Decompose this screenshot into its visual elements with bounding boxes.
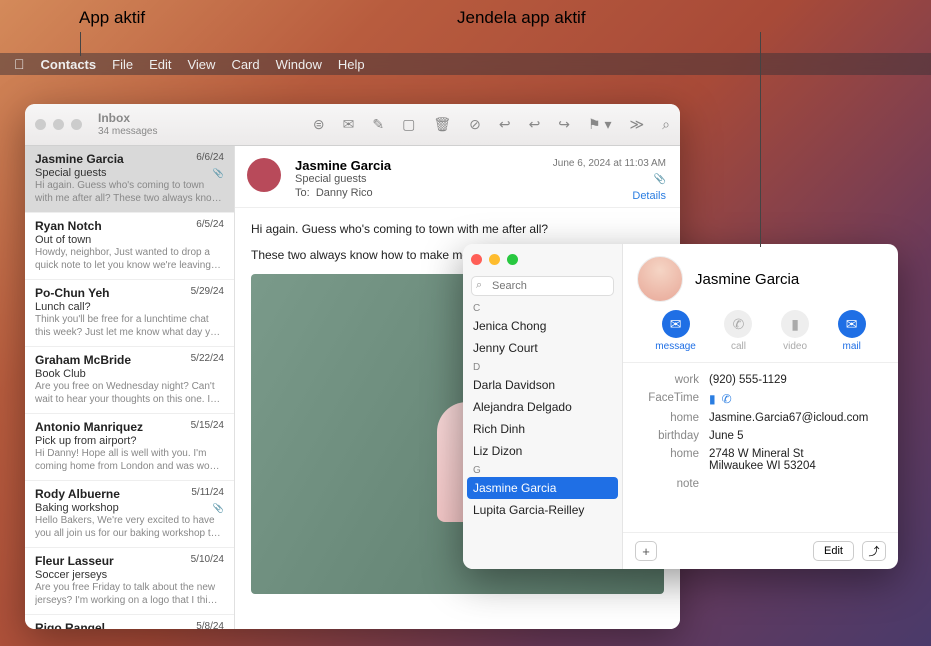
new-mail-icon[interactable]: ✉ (343, 116, 355, 133)
reply-icon[interactable]: ↩ (499, 116, 511, 133)
search-icon: ⌕ (476, 279, 482, 292)
video-icon: ▮ (781, 310, 809, 338)
callout-active-window: Jendela app aktif (457, 8, 586, 28)
contacts-list-item[interactable]: Alejandra Delgado (463, 396, 622, 418)
menu-help[interactable]: Help (338, 57, 365, 72)
field-label-work: work (637, 374, 699, 386)
contacts-traffic-lights[interactable] (471, 254, 518, 265)
message-item[interactable]: Rody Albuerne5/11/24 Baking workshop📎 He… (25, 481, 234, 548)
menu-window[interactable]: Window (276, 57, 322, 72)
contacts-window: ⌕ CJenica ChongJenny CourtDDarla Davidso… (463, 244, 898, 569)
contact-action-video: ▮video (781, 310, 809, 352)
reply-all-icon[interactable]: ↩ (529, 116, 541, 133)
call-icon: ✆ (724, 310, 752, 338)
field-label-home-email: home (637, 412, 699, 424)
field-label-note: note (637, 478, 699, 490)
contact-action-message[interactable]: ✉message (655, 310, 696, 352)
field-home-address[interactable]: 2748 W Mineral StMilwaukee WI 53204 (709, 448, 884, 472)
message-date: June 6, 2024 at 11:03 AM (553, 158, 666, 169)
share-button[interactable]: ⤴ (862, 541, 886, 561)
compose-icon[interactable]: ✎ (372, 116, 384, 133)
message-body-line: Hi again. Guess who's coming to town wit… (251, 220, 664, 238)
contacts-list-item[interactable]: Jenica Chong (463, 315, 622, 337)
message-icon: ✉ (662, 310, 690, 338)
message-subject: Special guests (295, 173, 664, 185)
field-home-email[interactable]: Jasmine.Garcia67@icloud.com (709, 412, 884, 424)
contacts-list[interactable]: CJenica ChongJenny CourtDDarla DavidsonA… (463, 300, 622, 521)
trash-icon[interactable]: 🗑 (433, 116, 451, 133)
forward-icon[interactable]: ↪ (558, 116, 570, 133)
contact-name: Jasmine Garcia (695, 271, 799, 288)
contacts-list-item[interactable]: Darla Davidson (463, 374, 622, 396)
contacts-group-header: C (463, 300, 622, 315)
field-label-home-addr: home (637, 448, 699, 472)
message-item[interactable]: Po-Chun Yeh5/29/24 Lunch call? Think you… (25, 280, 234, 347)
menubar:  Contacts File Edit View Card Window He… (0, 53, 931, 75)
sender-avatar (247, 158, 281, 192)
mail-toolbar: Inbox 34 messages ⊜ ✉ ✎ ▢ 🗑 ⊘ ↩ ↩ ↪ ⚑ ▾ … (25, 104, 680, 146)
facetime-video-icon[interactable]: ▮ (709, 392, 716, 406)
field-label-facetime: FaceTime (637, 392, 699, 406)
contacts-search[interactable]: ⌕ (471, 276, 614, 296)
contact-action-call: ✆call (724, 310, 752, 352)
menu-edit[interactable]: Edit (149, 57, 171, 72)
contacts-list-item[interactable]: Lupita Garcia-Reilley (463, 499, 622, 521)
menubar-app-name[interactable]: Contacts (41, 57, 97, 72)
attachment-icon: 📎 (654, 174, 666, 185)
contacts-list-item[interactable]: Jasmine Garcia (467, 477, 618, 499)
apple-menu-icon[interactable]:  (14, 56, 25, 72)
flag-icon[interactable]: ⚑ ▾ (588, 116, 611, 133)
contacts-list-item[interactable]: Rich Dinh (463, 418, 622, 440)
edit-button[interactable]: Edit (813, 541, 854, 561)
message-item[interactable]: Ryan Notch6/5/24 Out of town Howdy, neig… (25, 213, 234, 280)
details-link[interactable]: Details (632, 190, 666, 202)
field-birthday: June 5 (709, 430, 884, 442)
message-to: Danny Rico (316, 187, 373, 199)
search-input[interactable] (471, 276, 614, 296)
mail-traffic-lights[interactable] (35, 119, 82, 130)
contacts-list-item[interactable]: Liz Dizon (463, 440, 622, 462)
facetime-audio-icon[interactable]: ✆ (722, 392, 732, 406)
message-item[interactable]: Rigo Rangel5/8/24 Fun memories📎 (25, 615, 234, 629)
message-list[interactable]: Jasmine Garcia6/6/24 Special guests📎 Hi … (25, 146, 235, 629)
menu-view[interactable]: View (187, 57, 215, 72)
contact-actions: ✉message ✆call ▮video ✉mail (623, 310, 898, 363)
contacts-list-item[interactable]: Jenny Court (463, 337, 622, 359)
more-icon[interactable]: ≫ (630, 116, 645, 133)
filter-icon[interactable]: ⊜ (313, 116, 325, 133)
menu-card[interactable]: Card (231, 57, 259, 72)
contacts-group-header: D (463, 359, 622, 374)
callout-active-app: App aktif (79, 8, 145, 28)
field-label-birthday: birthday (637, 430, 699, 442)
field-note[interactable] (709, 478, 884, 490)
message-to-label: To: (295, 187, 310, 199)
message-item[interactable]: Antonio Manriquez5/15/24 Pick up from ai… (25, 414, 234, 481)
mail-icon: ✉ (838, 310, 866, 338)
contact-action-mail[interactable]: ✉mail (838, 310, 866, 352)
field-work-phone[interactable]: (920) 555-1129 (709, 374, 884, 386)
search-icon[interactable]: ⌕ (662, 116, 670, 133)
mail-inbox-count: 34 messages (98, 126, 218, 137)
message-item[interactable]: Graham McBride5/22/24 Book Club Are you … (25, 347, 234, 414)
mail-inbox-label: Inbox (98, 112, 218, 125)
junk-icon[interactable]: ⊘ (469, 116, 481, 133)
archive-icon[interactable]: ▢ (402, 116, 415, 133)
contacts-group-header: G (463, 462, 622, 477)
add-contact-button[interactable]: + (635, 541, 657, 561)
menu-file[interactable]: File (112, 57, 133, 72)
contact-avatar (637, 256, 683, 302)
message-item[interactable]: Fleur Lasseur5/10/24 Soccer jerseys Are … (25, 548, 234, 615)
message-item[interactable]: Jasmine Garcia6/6/24 Special guests📎 Hi … (25, 146, 234, 213)
